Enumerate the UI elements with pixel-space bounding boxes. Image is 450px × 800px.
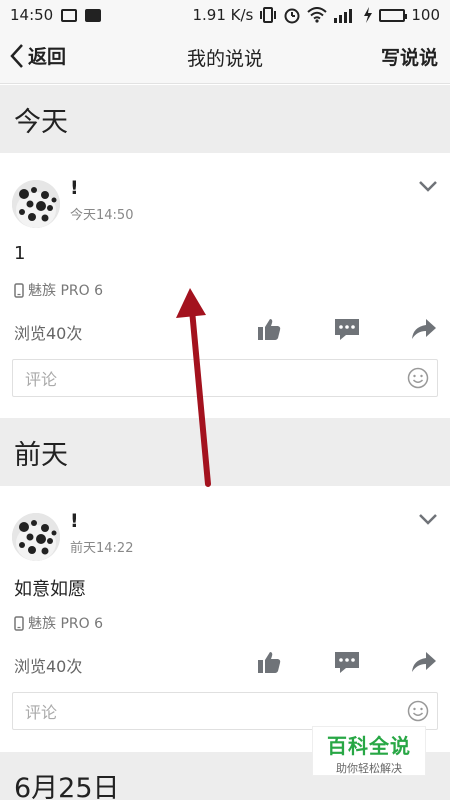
emoji-icon[interactable]	[407, 367, 429, 389]
chevron-down-icon[interactable]	[418, 512, 438, 526]
emoji-icon[interactable]	[407, 700, 429, 722]
post-content: 1	[14, 243, 26, 264]
phone-icon	[14, 615, 24, 631]
device-info: 魅族 PRO 6	[14, 280, 103, 300]
status-time: 14:50	[10, 6, 54, 24]
status-bar: 14:50 1.91 K/s 100	[0, 0, 450, 30]
like-icon[interactable]	[256, 317, 282, 341]
post-content: 如意如愿	[14, 579, 86, 600]
image-notification-icon	[61, 8, 78, 22]
section-header-today: 今天	[0, 85, 450, 153]
post-author-name: !	[70, 510, 79, 532]
like-icon[interactable]	[256, 650, 282, 674]
view-count: 浏览40次	[14, 324, 83, 343]
device-name: 魅族 PRO 6	[28, 283, 103, 299]
share-icon[interactable]	[411, 650, 437, 674]
share-icon[interactable]	[411, 317, 437, 341]
alarm-icon	[284, 8, 300, 24]
back-label: 返回	[28, 46, 67, 68]
battery-level: 100	[411, 6, 440, 24]
avatar[interactable]	[12, 513, 60, 561]
comment-input[interactable]: 评论	[12, 692, 438, 730]
watermark-title: 百科全说	[327, 734, 411, 758]
watermark-logo: 百科全说 助你轻松解决	[312, 726, 426, 776]
write-post-button[interactable]: 写说说	[381, 43, 438, 70]
battery-icon	[379, 8, 408, 22]
comment-input[interactable]: 评论	[12, 359, 438, 397]
watermark-subtitle: 助你轻松解决	[336, 762, 402, 775]
wifi-icon	[307, 7, 328, 23]
back-button[interactable]: 返回	[10, 42, 66, 69]
phone-icon	[14, 282, 24, 298]
charging-icon	[364, 7, 373, 23]
qq-notification-icon	[85, 8, 102, 22]
post-card: ! 前天14:22 如意如愿 魅族 PRO 6 浏览40次 评论	[0, 486, 450, 752]
signal-icon	[334, 9, 353, 23]
comment-placeholder: 评论	[25, 703, 58, 722]
post-author-name: !	[70, 177, 79, 199]
device-name: 魅族 PRO 6	[28, 616, 103, 632]
device-info: 魅族 PRO 6	[14, 613, 103, 633]
comment-placeholder: 评论	[25, 370, 58, 389]
nav-bar: 返回 我的说说 写说说	[0, 30, 450, 84]
vibrate-icon	[260, 7, 277, 23]
chevron-down-icon[interactable]	[418, 179, 438, 193]
comment-icon[interactable]	[334, 650, 360, 674]
post-time: 今天14:50	[70, 208, 134, 223]
section-header-day-before: 前天	[0, 418, 450, 486]
post-time: 前天14:22	[70, 541, 134, 556]
chevron-left-icon	[10, 43, 23, 68]
view-count: 浏览40次	[14, 657, 83, 676]
comment-icon[interactable]	[334, 317, 360, 341]
network-speed: 1.91 K/s	[192, 6, 254, 24]
avatar[interactable]	[12, 180, 60, 228]
post-card: ! 今天14:50 1 魅族 PRO 6 浏览40次 评论	[0, 153, 450, 418]
